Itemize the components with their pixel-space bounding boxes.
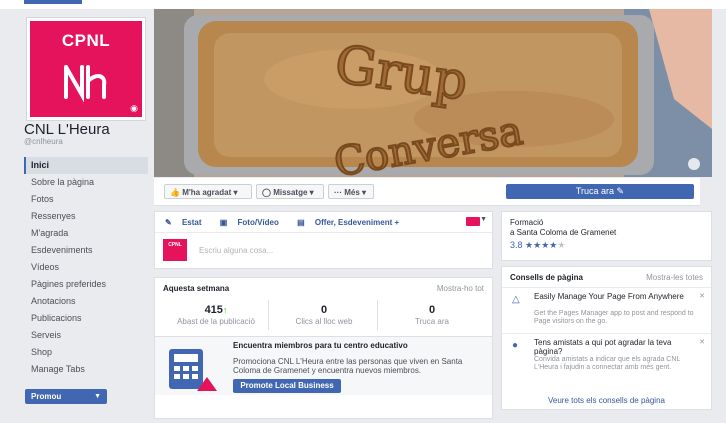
promote-local-business-button[interactable]: Promote Local Business (233, 379, 341, 393)
nav-item-reviews[interactable]: Ressenyes (24, 208, 148, 225)
composer-divider (155, 232, 492, 233)
composer-tabs: ✎ Estat ▣ Foto/Vídeo ▤ Offer, Esdevenime… (165, 218, 415, 227)
nav-item-services[interactable]: Serveis (24, 327, 148, 344)
tip-body: Convida amistats a indicar que els agrad… (534, 356, 681, 371)
call-now-button[interactable]: Truca ara ✎ (506, 184, 694, 199)
star-icon: ★ (557, 240, 566, 250)
composer-avatar: CPNL (163, 239, 187, 261)
stat-website-clicks-value: 0 (320, 304, 328, 316)
like-label: M'ha agradat ▾ (182, 188, 238, 197)
category-line1: Formació (510, 218, 544, 227)
tip-item[interactable]: ● Tens amistats a qui pot agradar la tev… (502, 333, 711, 390)
like-button[interactable]: 👍 M'ha agradat ▾ (164, 184, 252, 199)
composer-tab-offer-label: Offer, Esdeveniment + (314, 218, 400, 227)
star-icon: ★ (533, 240, 542, 250)
nav-item-videos[interactable]: Vídeos (24, 259, 148, 276)
audience-selector[interactable] (466, 217, 480, 226)
thumbs-up-icon: 👍 (170, 188, 180, 197)
tip-body: Get the Pages Manager app to post and re… (534, 310, 694, 325)
nav-item-posts[interactable]: Publicacions (24, 310, 148, 327)
message-button[interactable]: ◯ Missatge ▾ (256, 184, 324, 199)
photo-icon: ▣ (219, 218, 228, 227)
composer-tab-status-label: Estat (181, 218, 202, 227)
composer-tab-photo[interactable]: ▣ Foto/Vídeo (220, 218, 287, 227)
nav-item-favorite-pages[interactable]: Pàgines preferides (24, 276, 148, 293)
promo-box: Encuentra miembros para tu centro educat… (155, 336, 492, 395)
logo-mark-icon (64, 65, 107, 103)
top-bar-accent (24, 0, 82, 4)
about-card: Formació a Santa Coloma de Gramenet 3.8 … (501, 211, 712, 261)
close-icon[interactable]: ✕ (699, 292, 705, 300)
stat-reach[interactable]: 415↑ Abast de la publicació (161, 304, 271, 326)
see-all-tips-footer-link[interactable]: Veure tots els consells de pàgina (502, 396, 711, 405)
stat-call-now[interactable]: 0 Truca ara (377, 304, 487, 326)
stat-website-clicks-label: Clics al lloc web (295, 317, 353, 326)
rating-value: 3.8 (510, 240, 523, 250)
nav-item-photos[interactable]: Fotos (24, 191, 148, 208)
tip-title: Easily Manage Your Page From Anywhere (534, 292, 684, 301)
category-line2: a Santa Coloma de Gramenet (510, 228, 617, 237)
stat-reach-value: 415 (204, 304, 223, 316)
message-label: Missatge ▾ (273, 188, 314, 197)
see-all-link[interactable]: Mostra-ho tot (437, 284, 484, 293)
page-nav: Inici Sobre la pàgina Fotos Ressenyes M'… (24, 157, 148, 378)
promote-label: Promou (31, 392, 62, 401)
nav-item-inici[interactable]: Inici (24, 157, 148, 174)
chevron-down-icon: ▼ (94, 393, 101, 400)
left-sidebar: CPNL ◉ CNL L'Heura @cnlheura Inici Sobre… (18, 9, 148, 423)
composer-tab-status[interactable]: ✎ Estat (165, 218, 210, 227)
stat-website-clicks[interactable]: 0 Clics al lloc web (269, 304, 379, 326)
more-label: ··· Més ▾ (334, 188, 367, 197)
stat-reach-label: Abast de la publicació (177, 317, 255, 326)
cover-photo[interactable]: Grup Conversa (154, 9, 712, 177)
avatar-text: CPNL (168, 242, 182, 248)
profile-picture[interactable]: CPNL ◉ (26, 17, 146, 121)
tip-item[interactable]: △ Easily Manage Your Page From Anywhere … (502, 287, 711, 334)
dot-icon: ● (512, 340, 519, 351)
rating[interactable]: 3.8 ★★★★★ (510, 240, 565, 251)
composer-tab-photo-label: Foto/Vídeo (237, 218, 279, 227)
nav-item-shop[interactable]: Shop (24, 344, 148, 361)
triangle-icon: △ (512, 294, 520, 305)
profile-logo: CPNL ◉ (30, 21, 142, 117)
chevron-down-icon: ▼ (480, 216, 487, 223)
page-title: CNL L'Heura (24, 121, 110, 138)
more-button[interactable]: ··· Més ▾ (328, 184, 374, 199)
nav-item-notes[interactable]: Anotacions (24, 293, 148, 310)
camera-icon[interactable]: ◉ (130, 103, 138, 114)
pencil-icon: ✎ (165, 218, 172, 227)
close-icon[interactable]: ✕ (699, 338, 705, 346)
promote-button[interactable]: Promou ▼ (25, 389, 107, 404)
nav-item-about[interactable]: Sobre la pàgina (24, 174, 148, 191)
post-composer: ✎ Estat ▣ Foto/Vídeo ▤ Offer, Esdevenime… (154, 211, 493, 269)
this-week-title: Aquesta setmana (163, 284, 230, 293)
page-action-bar: 👍 M'ha agradat ▾ ◯ Missatge ▾ ··· Més ▾ … (154, 178, 700, 206)
star-icon: ★ (525, 240, 534, 250)
see-all-tips-link[interactable]: Mostra-les totes (646, 273, 703, 282)
logo-text: CPNL (61, 31, 111, 50)
composer-input[interactable]: Escriu alguna cosa... (199, 246, 273, 255)
page-category: Formació a Santa Coloma de Gramenet (510, 218, 616, 238)
calculator-icon (169, 349, 217, 391)
message-icon: ◯ (262, 188, 271, 197)
composer-tab-offer[interactable]: ▤ Offer, Esdeveniment + (297, 218, 407, 227)
calendar-icon: ▤ (297, 218, 305, 227)
page-tips-title: Consells de pàgina (510, 273, 583, 282)
this-week-card: Aquesta setmana Mostra-ho tot 415↑ Abast… (154, 277, 493, 419)
stat-call-now-value: 0 (428, 304, 436, 316)
top-bar (0, 0, 726, 9)
page-handle: @cnlheura (24, 137, 63, 146)
tip-title: Tens amistats a qui pot agradar la teva … (534, 338, 672, 356)
nav-item-manage-tabs[interactable]: Manage Tabs (24, 361, 148, 378)
nav-item-events[interactable]: Esdeveniments (24, 242, 148, 259)
cover-image: Grup Conversa (154, 9, 712, 177)
trend-up-icon: ↑ (222, 305, 228, 315)
stat-call-now-label: Truca ara (415, 317, 449, 326)
promo-title: Encuentra miembros para tu centro educat… (233, 341, 408, 350)
nav-item-likes[interactable]: M'agrada (24, 225, 148, 242)
promo-body: Promociona CNL L'Heura entre las persona… (233, 357, 463, 375)
page-tips-card: Consells de pàgina Mostra-les totes △ Ea… (501, 266, 712, 410)
